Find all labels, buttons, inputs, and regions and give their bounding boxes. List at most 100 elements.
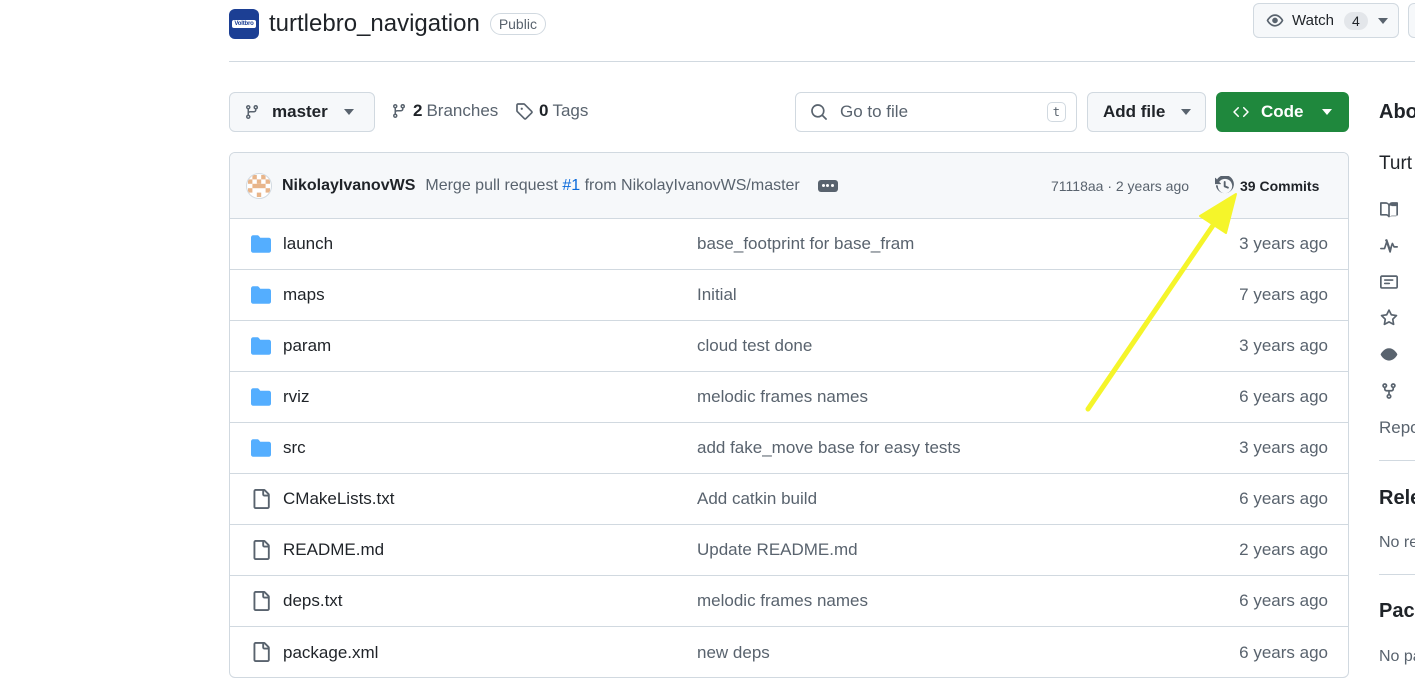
- file-commit-message[interactable]: Update README.md: [697, 540, 858, 560]
- file-name-link[interactable]: launch: [283, 234, 333, 254]
- report-repo-link[interactable]: Repo: [1379, 418, 1415, 438]
- file-commit-age: 7 years ago: [1239, 285, 1328, 304]
- star-icon[interactable]: [1379, 309, 1399, 327]
- repo-owner-avatar[interactable]: Voltbro: [229, 9, 259, 39]
- file-name-link[interactable]: package.xml: [283, 643, 378, 663]
- book-icon[interactable]: [1379, 201, 1399, 219]
- watch-label: Watch: [1292, 12, 1334, 29]
- file-name-link[interactable]: README.md: [283, 540, 384, 560]
- table-row[interactable]: param cloud test done 3 years ago: [230, 321, 1348, 372]
- file-name-link[interactable]: param: [283, 336, 331, 356]
- latest-commit-bar: NikolayIvanovWS Merge pull request #1 fr…: [230, 153, 1348, 219]
- branches-link[interactable]: 2 Branches: [391, 101, 498, 121]
- pulse-icon[interactable]: [1379, 237, 1399, 255]
- code-button[interactable]: Code: [1216, 92, 1349, 132]
- file-browser: NikolayIvanovWS Merge pull request #1 fr…: [229, 152, 1349, 678]
- sidebar-divider: [1379, 460, 1415, 461]
- branches-label: Branches: [426, 101, 499, 120]
- folder-icon: [251, 388, 271, 406]
- file-name-link[interactable]: maps: [283, 285, 325, 305]
- file-commit-age: 6 years ago: [1239, 387, 1328, 406]
- file-name-link[interactable]: rviz: [283, 387, 309, 407]
- eye-icon: [1266, 13, 1284, 27]
- folder-icon: [251, 286, 271, 304]
- visibility-badge: Public: [489, 13, 546, 35]
- file-commit-age: 6 years ago: [1239, 489, 1328, 508]
- about-sidebar: Abo Turt Repo Rele No re Pack No pa: [1379, 0, 1415, 684]
- expand-commit-button[interactable]: [817, 179, 838, 192]
- eye-icon[interactable]: [1379, 346, 1399, 364]
- branch-icon: [393, 103, 405, 119]
- code-label: Code: [1261, 102, 1304, 121]
- repo-description: Turt: [1379, 153, 1413, 174]
- pull-request-link[interactable]: #1: [562, 177, 580, 194]
- shortcut-hint: t: [1046, 102, 1066, 122]
- branch-selector[interactable]: master: [229, 92, 375, 132]
- table-row[interactable]: CMakeLists.txt Add catkin build 6 years ag…: [230, 474, 1348, 525]
- commit-sha-time[interactable]: 71118aa · 2 years ago: [1051, 178, 1189, 194]
- file-icon: [253, 540, 270, 560]
- chevron-down-icon: [1181, 109, 1192, 115]
- file-name-link[interactable]: deps.txt: [283, 591, 343, 611]
- tags-label: Tags: [552, 101, 589, 120]
- folder-icon: [251, 235, 271, 253]
- file-commit-message[interactable]: add fake_move base for easy tests: [697, 438, 961, 458]
- commit-author[interactable]: NikolayIvanovWS: [282, 177, 415, 195]
- file-commit-age: 3 years ago: [1239, 336, 1328, 355]
- releases-heading[interactable]: Rele: [1379, 487, 1415, 510]
- table-row[interactable]: deps.txt melodic frames names 6 years ago: [230, 576, 1348, 627]
- law-icon[interactable]: [1379, 273, 1399, 291]
- tag-icon: [516, 103, 533, 120]
- tags-count: 0: [539, 101, 549, 120]
- tags-link[interactable]: 0 Tags: [515, 101, 588, 121]
- watch-count: 4: [1343, 11, 1368, 30]
- watch-button[interactable]: Watch 4: [1253, 3, 1399, 38]
- branches-count: 2: [413, 101, 423, 120]
- commit-message-prefix: Merge pull request: [425, 176, 558, 194]
- table-row[interactable]: launch base_footprint for base_fram 3 year…: [230, 219, 1348, 270]
- commits-history-link[interactable]: 39 Commits: [1215, 175, 1319, 196]
- releases-empty-text: No re: [1379, 534, 1415, 551]
- file-commit-message[interactable]: new deps: [697, 643, 770, 663]
- file-commit-age: 6 years ago: [1239, 642, 1328, 662]
- file-commit-message[interactable]: melodic frames names: [697, 387, 868, 407]
- file-name-link[interactable]: src: [283, 438, 306, 458]
- file-commit-message[interactable]: Add catkin build: [697, 489, 817, 509]
- fork-icon[interactable]: [1379, 382, 1399, 400]
- folder-icon: [251, 337, 271, 355]
- chevron-down-icon: [1321, 109, 1332, 115]
- file-icon: [253, 642, 270, 662]
- branch-name: master: [272, 102, 328, 121]
- chevron-down-icon: [343, 109, 354, 115]
- file-commit-message[interactable]: melodic frames names: [697, 591, 868, 611]
- file-commit-message[interactable]: cloud test done: [697, 336, 812, 356]
- header-divider: [229, 61, 1415, 62]
- table-row[interactable]: src add fake_move base for easy tests 3 ye…: [230, 423, 1348, 474]
- sidebar-divider: [1379, 574, 1415, 575]
- file-commit-message[interactable]: base_footprint for base_fram: [697, 234, 914, 254]
- file-commit-age: 3 years ago: [1239, 234, 1328, 253]
- file-commit-age: 3 years ago: [1239, 438, 1328, 457]
- go-to-file-input[interactable]: Go to file t: [795, 92, 1077, 132]
- packages-empty-text: No pa: [1379, 648, 1415, 665]
- file-name-link[interactable]: CMakeLists.txt: [283, 489, 394, 509]
- commit-message[interactable]: Merge pull request #1 from NikolayIvanov…: [425, 177, 799, 195]
- add-file-button[interactable]: Add file: [1087, 92, 1206, 132]
- table-row[interactable]: README.md Update README.md 2 years ago: [230, 525, 1348, 576]
- packages-heading[interactable]: Pack: [1379, 600, 1415, 623]
- repo-name-link[interactable]: turtlebro_navigation: [269, 10, 480, 38]
- file-icon: [253, 489, 270, 509]
- about-heading: Abo: [1379, 101, 1415, 123]
- folder-icon: [251, 439, 271, 457]
- code-icon: [1233, 106, 1249, 118]
- history-icon: [1215, 175, 1234, 193]
- file-commit-age: 2 years ago: [1239, 540, 1328, 559]
- repo-header: Voltbro turtlebro_navigation Public: [229, 6, 546, 42]
- file-commit-message[interactable]: Initial: [697, 285, 737, 305]
- search-icon: [811, 104, 827, 120]
- table-row[interactable]: package.xml new deps 6 years ago: [230, 627, 1348, 677]
- avatar[interactable]: [246, 172, 272, 199]
- table-row[interactable]: maps Initial 7 years ago: [230, 270, 1348, 321]
- table-row[interactable]: rviz melodic frames names 6 years ago: [230, 372, 1348, 423]
- go-to-file-placeholder: Go to file: [840, 102, 909, 121]
